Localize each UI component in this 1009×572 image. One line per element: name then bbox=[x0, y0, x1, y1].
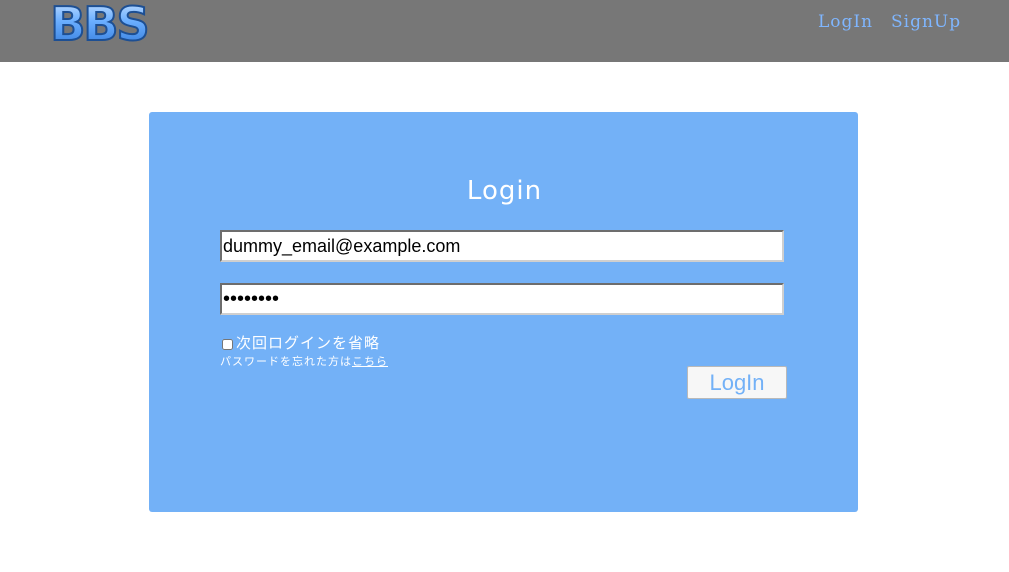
bbs-logo[interactable]: BBS bbox=[44, 0, 154, 46]
forgot-password-prefix: パスワードを忘れた方は bbox=[220, 355, 352, 368]
email-field[interactable] bbox=[220, 230, 784, 262]
nav-signup-link[interactable]: SignUp bbox=[891, 12, 961, 32]
remember-checkbox[interactable] bbox=[222, 338, 233, 350]
nav-login-link[interactable]: LogIn bbox=[818, 12, 873, 32]
logo-text: BBS bbox=[50, 0, 147, 46]
login-button[interactable]: LogIn bbox=[687, 366, 787, 399]
forgot-password-link[interactable]: こちら bbox=[352, 355, 388, 368]
remember-row: 次回ログインを省略 bbox=[222, 332, 380, 353]
password-field[interactable] bbox=[220, 283, 784, 315]
forgot-password-text: パスワードを忘れた方はこちら bbox=[220, 353, 388, 369]
remember-label[interactable]: 次回ログインを省略 bbox=[236, 332, 380, 353]
login-title: Login bbox=[466, 176, 543, 206]
header-bar: BBS LogIn SignUp bbox=[0, 0, 1009, 62]
